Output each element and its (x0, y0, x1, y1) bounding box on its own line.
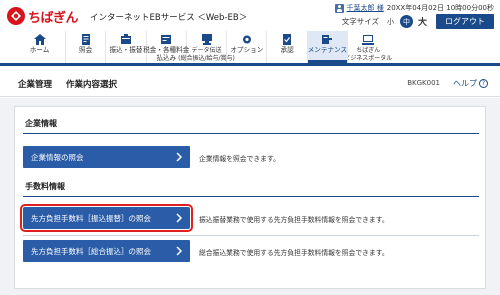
chevron-right-icon (176, 213, 183, 223)
row-divider (23, 235, 479, 236)
global-nav: ホーム 照会 振込・振替 税金・各種料金 払込み データ伝送 (総合振込/給与/… (0, 31, 500, 66)
user-info: 千葉太郎 様 20XX年04月02日 10時00分00秒 (334, 3, 494, 13)
help-label: ヘルプ (453, 79, 477, 88)
tax-payment-icon (161, 35, 172, 44)
login-time: 20XX年04月02日 10時00分00秒 (386, 4, 494, 12)
nav-item-home[interactable]: ホーム (14, 31, 66, 63)
nav-label: 振込・振替 (109, 46, 143, 54)
font-size-small-button[interactable]: 小 (384, 15, 397, 28)
nav-item-transfer[interactable]: 振込・振替 (106, 31, 147, 63)
nav-item-option[interactable]: オプション (227, 31, 268, 63)
transfer-icon (120, 34, 131, 44)
nav-label: ちばぎん ビジネスポータル (344, 47, 393, 62)
nav-label: オプション (230, 46, 264, 54)
payee-fee-transfer-inquiry-button[interactable]: 先方負担手数料［振込振替］の照会 (20, 204, 193, 232)
brand-logo-icon (7, 7, 25, 25)
section-heading-fee-info: 手数料情報 (25, 182, 65, 191)
button-label: 先方負担手数料［総合振込］の照会 (31, 246, 151, 256)
section-divider (23, 133, 479, 134)
maintenance-icon (322, 35, 333, 44)
help-link[interactable]: ヘルプ ? (453, 78, 488, 89)
font-size-large-button[interactable]: 大 (416, 15, 429, 28)
payee-fee-transfer-description: 振込振替業務で使用する先方負担手数料情報を照会できます。 (199, 216, 389, 224)
page-title-bar: 企業管理 作業内容選択 BKGK001 ヘルプ ? (0, 69, 500, 97)
page-title: 企業管理 (18, 80, 53, 90)
company-info-description: 企業情報を照会できます。 (199, 155, 280, 163)
approval-icon (283, 34, 292, 45)
service-name: インターネットEBサービス ＜Web-EB＞ (90, 13, 248, 23)
logout-button[interactable]: ログアウト (436, 14, 494, 29)
option-icon (242, 35, 251, 44)
inquiry-icon (81, 34, 90, 45)
section-heading-company-info: 企業情報 (25, 119, 57, 128)
font-size-label: 文字サイズ (341, 17, 379, 26)
nav-item-inquiry[interactable]: 照会 (66, 31, 107, 63)
user-name-link[interactable]: 千葉太郎 様 (347, 3, 384, 13)
nav-item-portal[interactable]: ちばぎん ビジネスポータル (344, 31, 392, 63)
nav-item-approval[interactable]: 承認 (267, 31, 308, 63)
font-size-medium-button[interactable]: 中 (400, 15, 413, 28)
nav-label: 照会 (79, 46, 93, 54)
brand-name: ちばぎん (28, 10, 79, 26)
main-panel: 企業情報 企業情報の照会 企業情報を照会できます。 手数料情報 先方負担手数料［… (14, 106, 486, 289)
home-icon (33, 34, 46, 45)
nav-label: メンテナンス (307, 46, 348, 54)
portal-icon (362, 35, 375, 45)
page-subtitle: 作業内容選択 (66, 80, 118, 90)
chibagin-logo[interactable]: ちばぎん (6, 6, 79, 26)
company-info-inquiry-button[interactable]: 企業情報の照会 (23, 146, 190, 168)
button-label: 企業情報の照会 (31, 152, 84, 162)
data-transmission-icon (201, 34, 212, 45)
font-size-control: 文字サイズ 小 中 大 ログアウト (342, 14, 494, 29)
nav-item-maintenance[interactable]: メンテナンス (307, 31, 349, 63)
nav-item-data-transmission[interactable]: データ伝送 (総合振込/給与/賞与) (178, 31, 235, 63)
app-header: ちばぎん インターネットEBサービス ＜Web-EB＞ 千葉太郎 様 20XX年… (0, 0, 500, 30)
chevron-right-icon (176, 246, 183, 256)
question-icon: ? (479, 79, 488, 88)
button-label: 先方負担手数料［振込振替］の照会 (31, 213, 151, 223)
nav-label: ホーム (29, 46, 50, 54)
payee-fee-bulk-transfer-inquiry-button[interactable]: 先方負担手数料［総合振込］の照会 (23, 240, 190, 262)
section-divider (23, 196, 479, 197)
chevron-right-icon (176, 152, 183, 162)
screen-id: BKGK001 (407, 79, 440, 87)
nav-label: 承認 (280, 46, 294, 54)
user-icon (334, 3, 344, 13)
payee-fee-bulk-transfer-description: 総合振込業務で使用する先方負担手数料情報を照会できます。 (199, 249, 389, 257)
